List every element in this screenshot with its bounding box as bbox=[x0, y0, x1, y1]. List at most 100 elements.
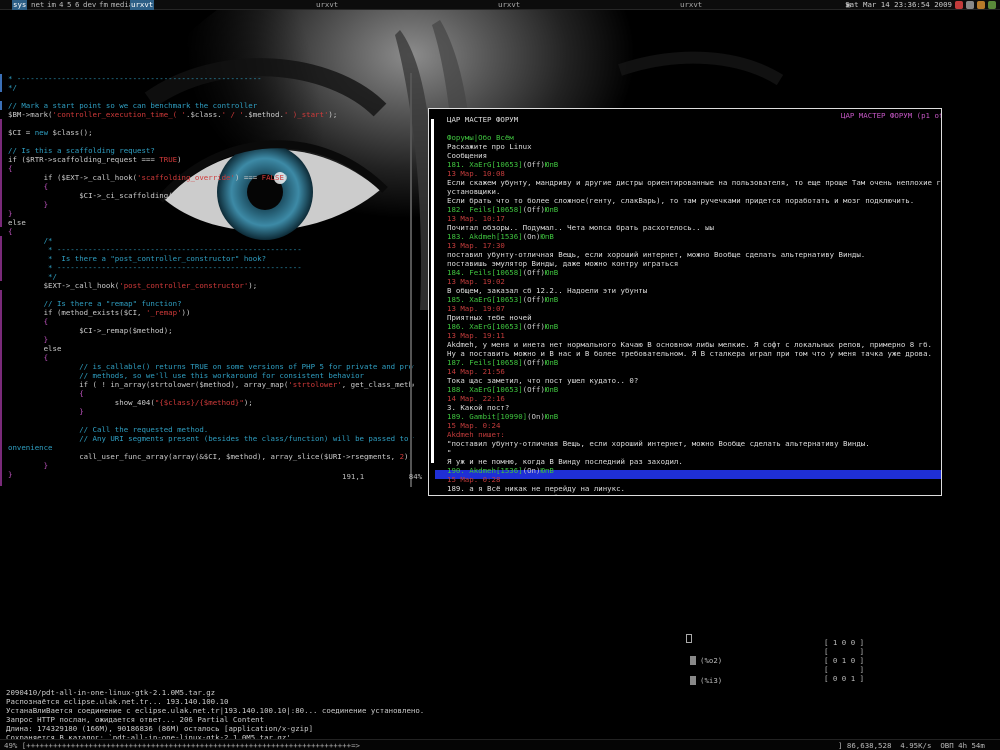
text-segment: { bbox=[8, 164, 13, 173]
text-segment: 182. Feils[10658] bbox=[447, 205, 523, 214]
window-title[interactable]: urxvt bbox=[498, 0, 520, 10]
text-segment: } bbox=[8, 335, 49, 344]
text-segment: 15 Мар. 0:24 bbox=[447, 421, 501, 430]
fold-marker[interactable] bbox=[0, 119, 6, 164]
tray-icon[interactable] bbox=[977, 1, 985, 9]
text-segment: 190. Akdmeh[1536] bbox=[447, 466, 523, 475]
tag-4[interactable]: 4 bbox=[58, 0, 64, 10]
tag-net[interactable]: net bbox=[30, 0, 45, 10]
text-line: "поставил убунту-отличная Вещь, если хор… bbox=[447, 439, 870, 448]
window-title-active[interactable]: urxvt bbox=[130, 0, 155, 10]
text-segment: Akdmeh, у меня и инета нет нормального К… bbox=[447, 340, 932, 349]
text-segment: '_remap' bbox=[145, 308, 182, 317]
text-line: 15 Мар. 0:24 bbox=[447, 421, 500, 430]
text-segment: 189. а я Всё никак не перейду на линукс. bbox=[447, 484, 625, 493]
text-segment: 3. Какой пост? bbox=[447, 403, 510, 412]
text-segment: FALSE bbox=[261, 173, 284, 182]
matrix-row: [ 0 1 0 ] bbox=[824, 656, 865, 665]
fold-marker[interactable] bbox=[0, 164, 6, 227]
text-line: 182. Feils[10658](Off)ЮпВ bbox=[447, 205, 558, 214]
text-segment: */ bbox=[8, 272, 57, 281]
text-segment: 183. Akdmeh[1536] bbox=[447, 232, 523, 241]
text-segment: { bbox=[8, 353, 49, 362]
text-line: { bbox=[8, 389, 84, 398]
forum-header: ЦАР МАСТЕР ФОРУМ (p1 of 2) bbox=[841, 111, 941, 120]
terminal-line: УстанаВлиВается соединение с eclipse.ula… bbox=[6, 706, 425, 715]
text-segment: else bbox=[8, 344, 62, 353]
widget-box bbox=[686, 634, 692, 643]
matrix-row: [ ] bbox=[824, 665, 865, 674]
text-line: 189. Gambit[10990](On)ЮпВ bbox=[447, 412, 558, 421]
fold-marker[interactable] bbox=[0, 353, 6, 470]
text-segment: } bbox=[8, 407, 84, 416]
text-line: * --------------------------------------… bbox=[8, 245, 302, 254]
text-segment: } bbox=[8, 209, 13, 218]
tray-icon[interactable] bbox=[966, 1, 974, 9]
text-segment: call_user_func_array(array(&$CI, $method… bbox=[8, 452, 400, 461]
text-segment: 13 Мар. 19:02 bbox=[447, 277, 505, 286]
text-segment: if ( ! in_array(strtolower($method), arr… bbox=[8, 380, 289, 389]
text-line: 183. Akdmeh[1536](On)ЮпВ bbox=[447, 232, 554, 241]
tray-icon[interactable] bbox=[955, 1, 963, 9]
download-progress: 49% [+++++++++++++++++++++++++++++++++++… bbox=[4, 741, 360, 750]
text-segment: ЮпВ bbox=[544, 358, 559, 367]
text-line: * --------------------------------------… bbox=[8, 74, 262, 83]
tray-icon[interactable] bbox=[988, 1, 996, 9]
code-editor[interactable]: * --------------------------------------… bbox=[0, 74, 414, 486]
window-title[interactable]: urxvt bbox=[680, 0, 702, 10]
text-segment: * Is there a "post_controller_constructo… bbox=[8, 254, 267, 263]
bottom-status-bar: 49% [+++++++++++++++++++++++++++++++++++… bbox=[0, 739, 1000, 750]
text-line: 13 Мар. 10:08 bbox=[447, 169, 505, 178]
text-segment: Ну а поставить можно и В нас и В более т… bbox=[447, 349, 932, 358]
tag-dev[interactable]: dev bbox=[82, 0, 97, 10]
tag-im[interactable]: im bbox=[46, 0, 57, 10]
tag-sys[interactable]: sys bbox=[12, 0, 28, 10]
text-segment: )) bbox=[181, 308, 191, 317]
text-line: 14 Мар. 22:16 bbox=[447, 394, 505, 403]
text-line: $EXT->_call_hook('post_controller_constr… bbox=[8, 281, 258, 290]
tag-fm[interactable]: fm bbox=[98, 0, 109, 10]
text-line: Сообщения bbox=[447, 151, 487, 160]
text-segment: 188. XaErG[10653] bbox=[447, 385, 523, 394]
text-segment: if ($RTR->scaffolding_request === bbox=[8, 155, 160, 164]
text-segment: 13 Мар. 19:07 bbox=[447, 304, 505, 313]
fold-marker[interactable] bbox=[0, 74, 6, 92]
text-segment: , get_class_methods($CI)))) bbox=[341, 380, 414, 389]
fold-marker[interactable] bbox=[0, 236, 6, 281]
text-segment: ЮпВ bbox=[544, 322, 559, 331]
text-line: } bbox=[8, 407, 84, 416]
text-line: // Call the requested method. bbox=[8, 425, 208, 434]
window-title[interactable]: urxvt bbox=[316, 0, 338, 10]
text-segment: onvenience bbox=[8, 443, 53, 452]
text-line: */ bbox=[8, 83, 17, 92]
text-segment: .$class. bbox=[186, 110, 222, 119]
text-segment: { bbox=[8, 389, 84, 398]
text-line: $BM->mark('controller_execution_time_( '… bbox=[8, 110, 337, 119]
text-line: Akdmeh, у меня и инета нет нормального К… bbox=[447, 340, 932, 349]
text-line: onvenience bbox=[8, 443, 53, 452]
tag-6[interactable]: 6 bbox=[74, 0, 80, 10]
text-segment: // Call the requested method. bbox=[8, 425, 209, 434]
text-segment: ); bbox=[243, 398, 253, 407]
fold-marker[interactable] bbox=[0, 290, 6, 353]
text-segment: 13 Мар. 10:08 bbox=[447, 169, 505, 178]
text-line: 188. XaErG[10653](Off)ЮпВ bbox=[447, 385, 558, 394]
text-line: if ($RTR->scaffolding_request === TRUE) bbox=[8, 155, 182, 164]
forum-browser-window[interactable]: ЦАР МАСТЕР ФОРУМ (p1 of 2) ЦАР МАСТЕР ФО… bbox=[428, 108, 942, 496]
text-line: { bbox=[8, 164, 12, 173]
text-segment: } bbox=[8, 200, 49, 209]
tag-5[interactable]: 5 bbox=[66, 0, 72, 10]
fold-marker[interactable] bbox=[0, 101, 6, 110]
fold-marker[interactable] bbox=[0, 470, 6, 486]
text-line: // Mark a start point so we can benchmar… bbox=[8, 101, 257, 110]
text-segment: ЮпВ bbox=[540, 466, 554, 475]
top-panel: sys net im 4 5 6 dev fm media urxvt urxv… bbox=[0, 0, 1000, 10]
scrollbar[interactable] bbox=[429, 116, 439, 466]
text-segment: 187. Feils[10658] bbox=[447, 358, 523, 367]
text-line: Почитал обзоры.. Подумал.. Чета мопса бр… bbox=[447, 223, 714, 232]
text-line: поставишь эмулятор Винды, даже можно кон… bbox=[447, 259, 678, 268]
terminal-line: Длина: 174329180 (166M), 90186836 (86M) … bbox=[6, 724, 314, 733]
scroll-track[interactable] bbox=[431, 119, 434, 463]
text-line: 14 Мар. 21:56 bbox=[447, 367, 505, 376]
text-line: show_404("{$class}/{$method}"); bbox=[8, 398, 253, 407]
